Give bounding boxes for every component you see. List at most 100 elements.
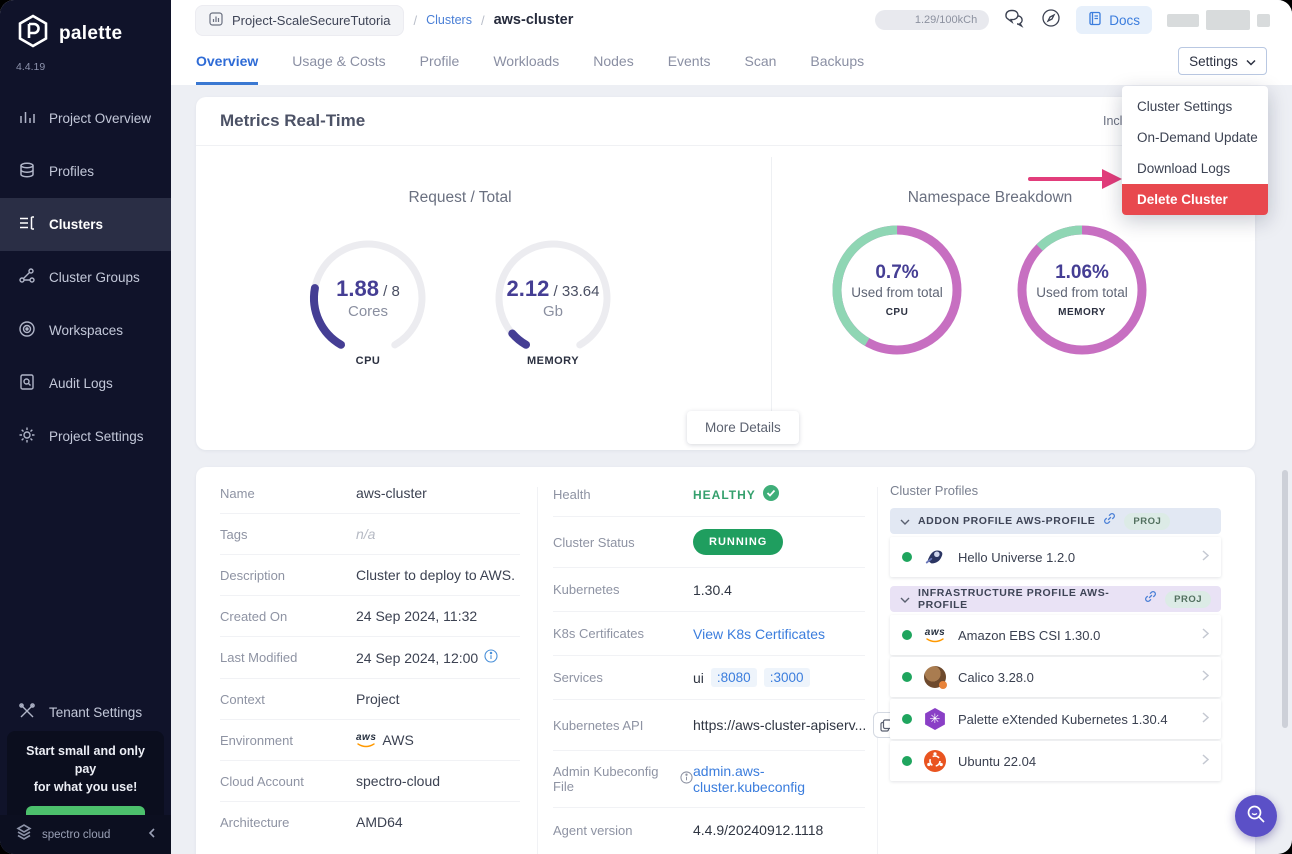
topbar: Project-ScaleSecureTutoria / Clusters / …	[171, 0, 1292, 40]
detail-row-architecture: Architecture AMD64	[220, 802, 520, 842]
detail-row-tags: Tags n/a	[220, 514, 520, 555]
docs-button[interactable]: Docs	[1076, 6, 1152, 34]
view-k8s-certificates-link[interactable]: View K8s Certificates	[693, 626, 825, 642]
cpu-namespace-donut: 0.7% Used from total CPU	[827, 220, 967, 360]
sidebar: palette 4.4.19 Project Overview Profiles…	[0, 0, 171, 854]
profile-layer-palette-extended-kubernetes[interactable]: ✳ Palette eXtended Kubernetes 1.30.4	[890, 699, 1221, 739]
chevron-right-icon	[1202, 668, 1209, 686]
search-help-fab[interactable]	[1235, 795, 1277, 837]
bar-chart-icon	[18, 108, 36, 129]
aws-logo-icon: aws	[356, 733, 376, 748]
target-icon	[18, 320, 36, 341]
sidebar-item-cluster-groups[interactable]: Cluster Groups	[0, 251, 171, 304]
breadcrumb-clusters-link[interactable]: Clusters	[426, 13, 472, 27]
proj-badge: PROJ	[1124, 513, 1170, 530]
infrastructure-profile-section-header[interactable]: INFRASTRUCTURE PROFILE AWS-PROFILE PROJ	[890, 586, 1221, 612]
layer-status-dot	[902, 756, 912, 766]
link-icon[interactable]	[1103, 512, 1116, 530]
redacted-block	[1257, 14, 1270, 27]
clusters-icon	[18, 214, 36, 235]
project-chart-icon	[209, 12, 223, 29]
calico-logo-icon	[923, 665, 947, 689]
sidebar-item-project-settings[interactable]: Project Settings	[0, 410, 171, 463]
page-scrollbar[interactable]	[1282, 470, 1288, 728]
app-name: palette	[59, 23, 122, 45]
sidebar-footer: spectro cloud	[0, 815, 171, 854]
sidebar-item-profiles[interactable]: Profiles	[0, 145, 171, 198]
ubuntu-logo-icon	[923, 749, 947, 773]
detail-row-context: Context Project	[220, 679, 520, 720]
breadcrumb-project-pill[interactable]: Project-ScaleSecureTutoria	[195, 5, 404, 36]
profile-layer-hello-universe[interactable]: Hello Universe 1.2.0	[890, 537, 1221, 577]
tab-nodes[interactable]: Nodes	[593, 53, 633, 85]
tab-events[interactable]: Events	[668, 53, 711, 85]
service-port-link[interactable]: :3000	[764, 668, 810, 687]
sidebar-item-project-overview[interactable]: Project Overview	[0, 92, 171, 145]
request-total-title: Request / Total	[310, 189, 610, 207]
layer-status-dot	[902, 552, 912, 562]
compass-icon[interactable]	[1041, 8, 1061, 33]
metrics-card: Metrics Real-Time Incl Request / Total N…	[196, 97, 1255, 450]
status-row-agent-version: Agent version 4.4.9/20240912.1118	[553, 808, 865, 852]
memory-namespace-donut: 1.06% Used from total MEMORY	[1012, 220, 1152, 360]
tab-usage-costs[interactable]: Usage & Costs	[292, 53, 385, 85]
donut-caption: Used from total	[851, 285, 943, 300]
kubeconfig-download-link[interactable]: admin.aws-cluster.kubeconfig	[693, 763, 865, 795]
health-check-icon	[763, 485, 779, 504]
memory-request-gauge: 2.12 / 33.64 Gb MEMORY	[488, 233, 618, 363]
usage-quota-pill[interactable]: 1.29/100kCh	[875, 10, 989, 30]
detail-row-cloud-account: Cloud Account spectro-cloud	[220, 761, 520, 802]
sidebar-item-label: Cluster Groups	[49, 270, 140, 285]
menu-item-cluster-settings[interactable]: Cluster Settings	[1122, 91, 1268, 122]
sidebar-item-label: Clusters	[49, 217, 103, 232]
redacted-block	[1206, 10, 1250, 30]
menu-item-download-logs[interactable]: Download Logs	[1122, 153, 1268, 184]
menu-item-on-demand-update[interactable]: On-Demand Update	[1122, 122, 1268, 153]
gauge-label: CPU	[303, 355, 433, 367]
info-icon[interactable]	[484, 649, 498, 666]
tools-icon	[18, 702, 36, 723]
collapse-sidebar-icon[interactable]	[147, 826, 157, 844]
chevron-down-icon	[1246, 54, 1256, 69]
layers-icon	[18, 161, 36, 182]
tab-workloads[interactable]: Workloads	[493, 53, 559, 85]
running-status-badge: RUNNING	[693, 529, 783, 555]
gauge-unit: Gb	[543, 303, 563, 320]
link-icon[interactable]	[1144, 590, 1157, 608]
user-account-area[interactable]	[1167, 10, 1270, 30]
sidebar-item-label: Project Overview	[49, 111, 151, 126]
tab-profile[interactable]: Profile	[420, 53, 460, 85]
breadcrumb-separator: /	[481, 13, 485, 28]
sidebar-item-label: Workspaces	[49, 323, 123, 338]
sidebar-item-label: Project Settings	[49, 429, 144, 444]
menu-item-delete-cluster[interactable]: Delete Cluster	[1122, 184, 1268, 215]
namespace-breakdown-title: Namespace Breakdown	[840, 189, 1140, 207]
metrics-divider	[771, 157, 772, 432]
sidebar-item-workspaces[interactable]: Workspaces	[0, 304, 171, 357]
addon-profile-section-header[interactable]: ADDON PROFILE AWS-PROFILE PROJ	[890, 508, 1221, 534]
promo-text: Start small and only pay for what you us…	[15, 742, 156, 796]
donut-value: 1.06%	[1055, 262, 1109, 284]
profile-layer-calico[interactable]: Calico 3.28.0	[890, 657, 1221, 697]
tab-overview[interactable]: Overview	[196, 53, 258, 85]
tab-backups[interactable]: Backups	[810, 53, 864, 85]
donut-caption: Used from total	[1036, 285, 1128, 300]
sidebar-item-clusters[interactable]: Clusters	[0, 198, 171, 251]
sidebar-item-audit-logs[interactable]: Audit Logs	[0, 357, 171, 410]
settings-dropdown-button[interactable]: Settings	[1178, 47, 1267, 75]
aws-logo-icon: aws	[923, 623, 947, 647]
detail-row-created-on: Created On 24 Sep 2024, 11:32	[220, 596, 520, 637]
health-status-text: HEALTHY	[693, 488, 756, 502]
detail-row-environment: Environment aws AWS	[220, 720, 520, 761]
info-icon[interactable]	[680, 771, 693, 787]
brand-name: spectro cloud	[42, 829, 139, 841]
profile-layer-ubuntu[interactable]: Ubuntu 22.04	[890, 741, 1221, 781]
gauge-value: 1.88	[336, 276, 379, 301]
chat-icon[interactable]	[1004, 8, 1026, 33]
gear-icon	[18, 426, 36, 447]
profile-layer-amazon-ebs-csi[interactable]: aws Amazon EBS CSI 1.30.0	[890, 615, 1221, 655]
service-port-link[interactable]: :8080	[711, 668, 757, 687]
more-details-button[interactable]: More Details	[687, 411, 799, 444]
tab-scan[interactable]: Scan	[745, 53, 777, 85]
metrics-title: Metrics Real-Time	[220, 111, 365, 131]
